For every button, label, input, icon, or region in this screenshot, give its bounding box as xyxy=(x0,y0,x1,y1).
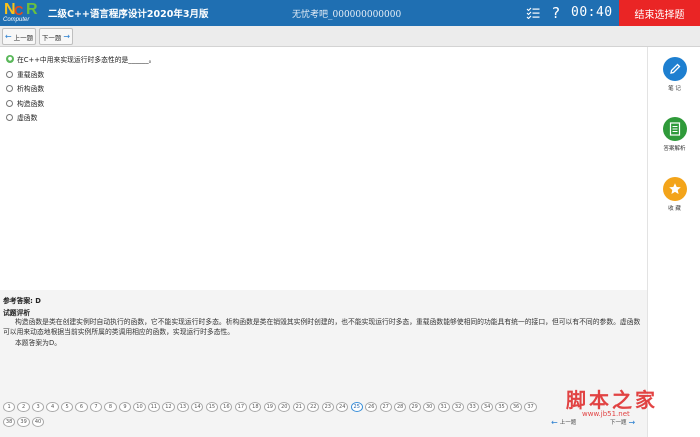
favorite-tool[interactable]: 收 藏 xyxy=(648,177,700,212)
question-number-button[interactable]: 37 xyxy=(524,402,537,412)
question-number-button[interactable]: 13 xyxy=(176,402,189,412)
question-number-button[interactable]: 39 xyxy=(17,417,30,427)
radio-button[interactable] xyxy=(6,84,13,92)
question-number-button[interactable]: 34 xyxy=(480,402,494,412)
option-c[interactable]: 构造函数 xyxy=(6,98,44,108)
question-number-button[interactable]: 27 xyxy=(379,402,392,412)
countdown-timer: 00:40 xyxy=(571,5,613,20)
question-number-button[interactable]: 40 xyxy=(31,417,45,427)
star-icon[interactable] xyxy=(662,177,687,201)
question-number-button[interactable]: 38 xyxy=(3,417,16,427)
question-number-button[interactable]: 25 xyxy=(350,402,363,412)
arrow-left-icon: ← xyxy=(551,417,558,427)
question-number-button[interactable]: 9 xyxy=(118,402,132,412)
question-number-button[interactable]: 36 xyxy=(509,402,523,412)
option-b[interactable]: 析构函数 xyxy=(6,83,44,93)
question-number-button[interactable]: 5 xyxy=(60,402,74,412)
question-number-button[interactable]: 21 xyxy=(292,402,305,412)
question-number-button[interactable]: 7 xyxy=(89,402,103,412)
notes-tool[interactable]: 笔 记 xyxy=(648,57,700,92)
analysis-text: 构造函数是类在创建实例时自动执行的函数，它不能实现运行时多态。析构函数是类在销毁… xyxy=(3,318,641,336)
question-number-button[interactable]: 17 xyxy=(234,402,247,412)
footer-bar: 1 2 3 4 5 6 7 8 9 10 11 12 13 14 15 16 17 18 19 20 21 22 23 24 2… xyxy=(0,398,647,437)
logo-subtitle: Computer xyxy=(3,17,30,23)
question-number-button[interactable]: 15 xyxy=(205,402,218,412)
question-number-button[interactable]: 32 xyxy=(452,402,465,412)
arrow-right-icon: → xyxy=(63,32,71,41)
footer-next-button[interactable]: 下一题 → xyxy=(610,417,635,427)
question-number-button[interactable]: 2 xyxy=(17,402,30,412)
question-number-button[interactable]: 10 xyxy=(133,402,146,412)
radio-button[interactable] xyxy=(6,70,13,78)
exam-title: 二级C++语言程序设计2020年3月版 xyxy=(48,9,209,20)
question-number-button[interactable]: 28 xyxy=(394,402,407,412)
question-number-button[interactable]: 35 xyxy=(495,402,508,412)
question-number-button[interactable]: 14 xyxy=(191,402,204,412)
question-number-button[interactable]: 20 xyxy=(278,402,291,412)
question-list-icon[interactable] xyxy=(524,3,542,23)
radio-button[interactable] xyxy=(6,113,13,121)
question-number-button[interactable]: 24 xyxy=(336,402,349,412)
next-question-button[interactable]: 下一题 → xyxy=(39,28,73,45)
footer-prev-button[interactable]: ← 上一题 xyxy=(551,417,576,427)
question-number-button[interactable]: 3 xyxy=(31,402,45,412)
option-a[interactable]: 重载函数 xyxy=(6,69,44,79)
prev-question-button[interactable]: ← 上一题 xyxy=(2,28,36,45)
question-number-button[interactable]: 22 xyxy=(307,402,320,412)
question-number-button[interactable]: 18 xyxy=(249,402,262,412)
question-number-button[interactable]: 30 xyxy=(423,402,436,412)
answer-analysis-panel: 参考答案: D 试题评析 构造函数是类在创建实例时自动执行的函数，它不能实现运行… xyxy=(0,290,647,398)
exam-window: N C R Computer 二级C++语言程序设计2020年3月版 无忧考吧_… xyxy=(0,0,700,437)
question-number-button[interactable]: 23 xyxy=(321,402,334,412)
question-number-button[interactable]: 4 xyxy=(46,402,59,412)
question-number-button[interactable]: 8 xyxy=(104,402,117,412)
question-number-button[interactable]: 16 xyxy=(220,402,233,412)
question-number-button[interactable]: 11 xyxy=(147,402,161,412)
header-bar: N C R Computer 二级C++语言程序设计2020年3月版 无忧考吧_… xyxy=(0,0,700,26)
end-choice-section-button[interactable]: 结束选择题 xyxy=(619,0,700,26)
arrow-right-icon: → xyxy=(628,417,636,427)
radio-button[interactable] xyxy=(6,99,13,107)
toolbar: ← 上一题 下一题 → xyxy=(0,26,700,47)
ncre-logo: N C R Computer xyxy=(3,1,38,23)
question-number-button[interactable]: 12 xyxy=(162,402,175,412)
question-number-list: 1 2 3 4 5 6 7 8 9 10 11 12 13 14 15 16 17 18 19 20 21 22 23 24 2… xyxy=(3,402,548,427)
question-stem: ● 在C++中用来实现运行时多态性的是______。 xyxy=(6,55,156,64)
answer-analysis-tool[interactable]: 答案解析 xyxy=(648,117,700,152)
question-marker-icon: ● xyxy=(6,55,14,63)
reference-answer: 参考答案: D xyxy=(3,297,41,305)
side-tools: 笔 记 答案解析 收 藏 xyxy=(647,47,700,437)
candidate-id: 无忧考吧_000000000000 xyxy=(292,10,402,20)
document-icon[interactable] xyxy=(662,117,687,141)
option-d[interactable]: 虚函数 xyxy=(6,112,37,122)
analysis-title: 试题评析 xyxy=(3,309,31,317)
question-number-button[interactable]: 19 xyxy=(263,402,276,412)
question-number-button[interactable]: 26 xyxy=(365,402,378,412)
pencil-icon[interactable] xyxy=(662,57,687,81)
question-number-button[interactable]: 29 xyxy=(408,402,421,412)
analysis-final-answer: 本题答案为D。 xyxy=(15,339,62,347)
question-number-button[interactable]: 1 xyxy=(3,402,16,412)
help-icon[interactable]: ? xyxy=(548,3,564,23)
arrow-left-icon: ← xyxy=(4,32,12,41)
question-number-button[interactable]: 31 xyxy=(437,402,450,412)
question-number-button[interactable]: 6 xyxy=(75,402,88,412)
question-number-button[interactable]: 33 xyxy=(466,402,479,412)
